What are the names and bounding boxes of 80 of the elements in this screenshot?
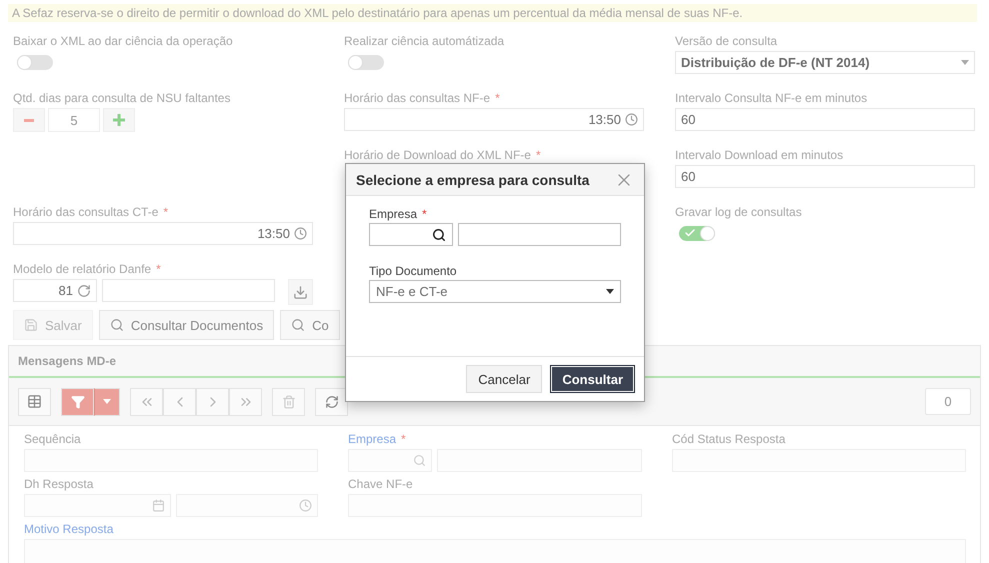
lookup-field[interactable] (369, 223, 453, 246)
date-field[interactable] (24, 494, 171, 517)
first-page-button[interactable] (130, 388, 163, 416)
previous-button[interactable] (163, 388, 196, 416)
field-label: Horário das consultas NF-e (344, 91, 490, 105)
input-field[interactable] (458, 223, 621, 246)
filter-menu-button[interactable] (94, 388, 120, 416)
refresh-button[interactable] (315, 388, 348, 416)
download-icon (293, 284, 308, 300)
field-label: Horário de Download do XML NF-e (344, 148, 531, 162)
field-label: Empresa (369, 207, 418, 221)
field-label: Motivo Resposta (24, 522, 114, 536)
required-asterisk: * (163, 205, 168, 219)
number-field[interactable]: 5 (48, 108, 100, 132)
clock-icon (299, 499, 312, 512)
confirm-button[interactable]: Consultar (550, 365, 635, 393)
search-icon (110, 318, 124, 332)
search-icon (432, 228, 446, 242)
filter-icon (70, 394, 84, 408)
minus-button[interactable] (13, 108, 45, 132)
record-count: 0 (925, 388, 971, 415)
filter-button[interactable] (61, 388, 94, 416)
caret-icon (606, 289, 614, 294)
field-label: Versão de consulta (675, 34, 778, 48)
dialog-title: Selecione a empresa para consulta (356, 172, 590, 188)
check-icon (684, 227, 696, 239)
field-label: Realizar ciência automátizada (344, 34, 504, 48)
field-label: Dh Resposta (24, 477, 94, 491)
clock-icon (625, 113, 638, 126)
search-button[interactable]: Co (280, 310, 340, 340)
field-label: Cód Status Resposta (672, 432, 786, 446)
trash-icon (282, 394, 296, 408)
field-label: Intervalo Download em minutos (675, 148, 844, 162)
grid-view-button[interactable] (18, 388, 51, 416)
required-asterisk: * (536, 148, 541, 162)
plus-icon (113, 114, 125, 126)
calendar-icon (152, 499, 165, 512)
toggle-switch[interactable] (348, 55, 384, 70)
select-field[interactable]: NF-e e CT-e (369, 280, 621, 303)
next-button[interactable] (196, 388, 229, 416)
field-label: Empresa (348, 432, 396, 446)
search-button[interactable]: Consultar Documentos (98, 310, 274, 340)
field-label: Chave NF-e (348, 477, 413, 491)
time-field[interactable]: 13:50 (13, 222, 313, 245)
field-label: Tipo Documento (369, 264, 457, 278)
code-field[interactable]: 81 (13, 279, 97, 302)
field-label: Modelo de relatório Danfe (13, 262, 152, 276)
cancel-button[interactable]: Cancelar (466, 365, 542, 393)
refresh-icon (77, 284, 91, 298)
panel-title: Mensagens MD-e (18, 354, 116, 368)
field-label: Qtd. dias para consulta de NSU faltantes (13, 91, 230, 105)
time-field[interactable]: 13:50 (344, 108, 644, 131)
caret-icon (961, 60, 969, 65)
table-icon (27, 394, 42, 409)
caret-icon (103, 399, 111, 404)
input-field[interactable]: 60 (675, 108, 975, 131)
clock-icon (294, 227, 307, 240)
search-icon (291, 318, 306, 332)
download-button[interactable] (288, 279, 313, 305)
refresh-icon (324, 394, 338, 408)
required-asterisk: * (495, 91, 500, 105)
required-asterisk: * (156, 262, 161, 276)
toggle-switch[interactable] (679, 226, 715, 241)
notice-text: A Sefaz reserva-se o direito de permitir o download do XML pelo destinatário para apenas um percentual da média mensal de suas NF-e. (8, 4, 977, 22)
last-page-button[interactable] (229, 388, 262, 416)
toggle-switch[interactable] (17, 55, 53, 70)
field-label: Horário das consultas CT-e (13, 205, 158, 219)
delete-button[interactable] (272, 388, 305, 416)
select-field[interactable]: Distribuição de DF-e (NT 2014) (675, 51, 975, 74)
required-asterisk: * (422, 207, 427, 221)
field-label: Gravar log de consultas (675, 205, 802, 219)
field-label: Sequência (24, 432, 81, 446)
time-field[interactable] (176, 494, 318, 517)
save-icon (24, 318, 38, 332)
required-asterisk: * (401, 432, 406, 446)
search-icon (413, 454, 426, 467)
input-field[interactable]: 60 (675, 165, 975, 188)
field-label: Intervalo Consulta NF-e em minutos (675, 91, 868, 105)
plus-button[interactable] (103, 108, 135, 132)
field-label: Baixar o XML ao dar ciência da operação (13, 34, 233, 48)
